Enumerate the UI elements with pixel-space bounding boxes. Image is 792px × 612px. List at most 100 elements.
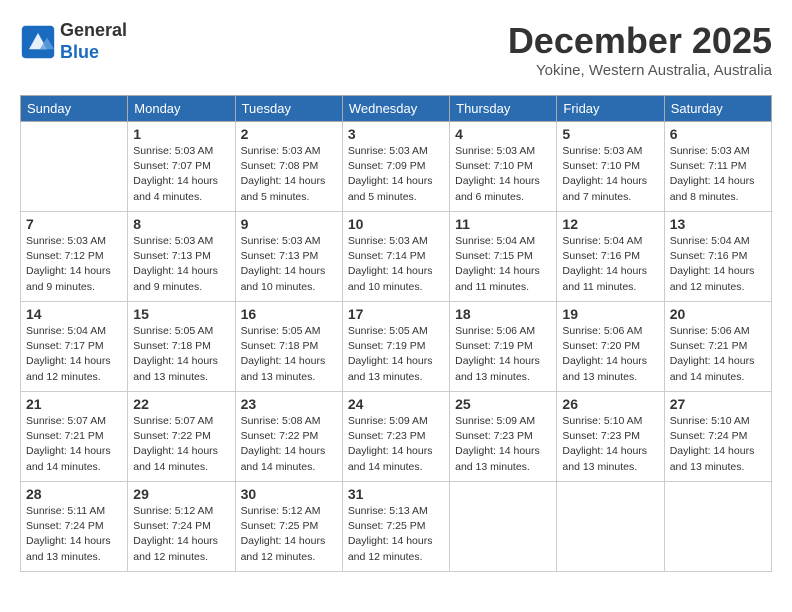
- day-info: Sunrise: 5:03 AMSunset: 7:10 PMDaylight:…: [455, 144, 551, 205]
- weekday-header-wednesday: Wednesday: [342, 96, 449, 122]
- day-info: Sunrise: 5:06 AMSunset: 7:20 PMDaylight:…: [562, 324, 658, 385]
- day-number: 13: [670, 216, 766, 232]
- week-row-2: 7 Sunrise: 5:03 AMSunset: 7:12 PMDaylight…: [21, 212, 772, 302]
- day-number: 20: [670, 306, 766, 322]
- day-number: 19: [562, 306, 658, 322]
- calendar-cell: 11 Sunrise: 5:04 AMSunset: 7:15 PMDayligh…: [450, 212, 557, 302]
- day-number: 8: [133, 216, 229, 232]
- calendar-cell: 10 Sunrise: 5:03 AMSunset: 7:14 PMDayligh…: [342, 212, 449, 302]
- calendar-cell: 4 Sunrise: 5:03 AMSunset: 7:10 PMDaylight…: [450, 122, 557, 212]
- title-block: December 2025 Yokine, Western Australia,…: [508, 20, 772, 79]
- day-number: 3: [348, 126, 444, 142]
- day-number: 12: [562, 216, 658, 232]
- day-info: Sunrise: 5:06 AMSunset: 7:21 PMDaylight:…: [670, 324, 766, 385]
- page-header: General Blue December 2025 Yokine, Weste…: [20, 20, 772, 79]
- day-info: Sunrise: 5:03 AMSunset: 7:08 PMDaylight:…: [241, 144, 337, 205]
- day-number: 23: [241, 396, 337, 412]
- weekday-header-sunday: Sunday: [21, 96, 128, 122]
- calendar-cell: 30 Sunrise: 5:12 AMSunset: 7:25 PMDayligh…: [235, 482, 342, 572]
- weekday-header-saturday: Saturday: [664, 96, 771, 122]
- calendar-cell: 23 Sunrise: 5:08 AMSunset: 7:22 PMDayligh…: [235, 392, 342, 482]
- day-number: 31: [348, 486, 444, 502]
- calendar-cell: 7 Sunrise: 5:03 AMSunset: 7:12 PMDaylight…: [21, 212, 128, 302]
- week-row-3: 14 Sunrise: 5:04 AMSunset: 7:17 PMDayligh…: [21, 302, 772, 392]
- day-info: Sunrise: 5:03 AMSunset: 7:11 PMDaylight:…: [670, 144, 766, 205]
- calendar-cell: 21 Sunrise: 5:07 AMSunset: 7:21 PMDayligh…: [21, 392, 128, 482]
- calendar-cell: 22Sunrise: 5:07 AMSunset: 7:22 PMDayligh…: [128, 392, 235, 482]
- day-info: Sunrise: 5:03 AMSunset: 7:12 PMDaylight:…: [26, 234, 122, 295]
- calendar-cell: 5Sunrise: 5:03 AMSunset: 7:10 PMDaylight…: [557, 122, 664, 212]
- day-number: 21: [26, 396, 122, 412]
- day-number: 4: [455, 126, 551, 142]
- day-number: 26: [562, 396, 658, 412]
- day-number: 29: [133, 486, 229, 502]
- day-info: Sunrise: 5:04 AMSunset: 7:16 PMDaylight:…: [670, 234, 766, 295]
- day-info: Sunrise: 5:05 AMSunset: 7:19 PMDaylight:…: [348, 324, 444, 385]
- calendar-cell: 2 Sunrise: 5:03 AMSunset: 7:08 PMDaylight…: [235, 122, 342, 212]
- day-info: Sunrise: 5:04 AMSunset: 7:15 PMDaylight:…: [455, 234, 551, 295]
- calendar-cell: 16 Sunrise: 5:05 AMSunset: 7:18 PMDayligh…: [235, 302, 342, 392]
- day-number: 2: [241, 126, 337, 142]
- day-info: Sunrise: 5:04 AMSunset: 7:17 PMDaylight:…: [26, 324, 122, 385]
- logo-icon: [20, 24, 56, 60]
- calendar-cell: [664, 482, 771, 572]
- day-info: Sunrise: 5:10 AMSunset: 7:24 PMDaylight:…: [670, 414, 766, 475]
- day-number: 28: [26, 486, 122, 502]
- calendar-cell: [21, 122, 128, 212]
- weekday-header-monday: Monday: [128, 96, 235, 122]
- day-info: Sunrise: 5:12 AMSunset: 7:24 PMDaylight:…: [133, 504, 229, 565]
- day-number: 7: [26, 216, 122, 232]
- calendar-cell: 31 Sunrise: 5:13 AMSunset: 7:25 PMDayligh…: [342, 482, 449, 572]
- day-number: 16: [241, 306, 337, 322]
- calendar-cell: 19 Sunrise: 5:06 AMSunset: 7:20 PMDayligh…: [557, 302, 664, 392]
- day-number: 24: [348, 396, 444, 412]
- month-title: December 2025: [508, 20, 772, 62]
- day-info: Sunrise: 5:09 AMSunset: 7:23 PMDaylight:…: [348, 414, 444, 475]
- weekday-header-friday: Friday: [557, 96, 664, 122]
- day-number: 14: [26, 306, 122, 322]
- calendar-cell: 1 Sunrise: 5:03 AMSunset: 7:07 PMDaylight…: [128, 122, 235, 212]
- location-title: Yokine, Western Australia, Australia: [508, 62, 772, 79]
- day-info: Sunrise: 5:13 AMSunset: 7:25 PMDaylight:…: [348, 504, 444, 565]
- calendar-cell: 20 Sunrise: 5:06 AMSunset: 7:21 PMDayligh…: [664, 302, 771, 392]
- calendar-cell: [557, 482, 664, 572]
- day-info: Sunrise: 5:03 AMSunset: 7:09 PMDaylight:…: [348, 144, 444, 205]
- day-info: Sunrise: 5:09 AMSunset: 7:23 PMDaylight:…: [455, 414, 551, 475]
- day-number: 27: [670, 396, 766, 412]
- day-info: Sunrise: 5:03 AMSunset: 7:13 PMDaylight:…: [133, 234, 229, 295]
- day-info: Sunrise: 5:04 AMSunset: 7:16 PMDaylight:…: [562, 234, 658, 295]
- calendar-cell: 6Sunrise: 5:03 AMSunset: 7:11 PMDaylight…: [664, 122, 771, 212]
- day-info: Sunrise: 5:03 AMSunset: 7:07 PMDaylight:…: [133, 144, 229, 205]
- calendar-cell: [450, 482, 557, 572]
- day-info: Sunrise: 5:03 AMSunset: 7:10 PMDaylight:…: [562, 144, 658, 205]
- calendar-cell: 18Sunrise: 5:06 AMSunset: 7:19 PMDayligh…: [450, 302, 557, 392]
- day-number: 10: [348, 216, 444, 232]
- calendar-cell: 17 Sunrise: 5:05 AMSunset: 7:19 PMDayligh…: [342, 302, 449, 392]
- day-info: Sunrise: 5:08 AMSunset: 7:22 PMDaylight:…: [241, 414, 337, 475]
- day-number: 22: [133, 396, 229, 412]
- day-number: 18: [455, 306, 551, 322]
- day-info: Sunrise: 5:05 AMSunset: 7:18 PMDaylight:…: [241, 324, 337, 385]
- calendar-cell: 27 Sunrise: 5:10 AMSunset: 7:24 PMDayligh…: [664, 392, 771, 482]
- day-number: 1: [133, 126, 229, 142]
- day-info: Sunrise: 5:12 AMSunset: 7:25 PMDaylight:…: [241, 504, 337, 565]
- calendar-cell: 12 Sunrise: 5:04 AMSunset: 7:16 PMDayligh…: [557, 212, 664, 302]
- calendar-cell: 15Sunrise: 5:05 AMSunset: 7:18 PMDayligh…: [128, 302, 235, 392]
- week-row-1: 1 Sunrise: 5:03 AMSunset: 7:07 PMDaylight…: [21, 122, 772, 212]
- day-number: 30: [241, 486, 337, 502]
- day-info: Sunrise: 5:07 AMSunset: 7:21 PMDaylight:…: [26, 414, 122, 475]
- week-row-4: 21 Sunrise: 5:07 AMSunset: 7:21 PMDayligh…: [21, 392, 772, 482]
- logo-text: General Blue: [60, 20, 127, 63]
- calendar-cell: 14 Sunrise: 5:04 AMSunset: 7:17 PMDayligh…: [21, 302, 128, 392]
- day-info: Sunrise: 5:03 AMSunset: 7:13 PMDaylight:…: [241, 234, 337, 295]
- calendar-cell: 8 Sunrise: 5:03 AMSunset: 7:13 PMDaylight…: [128, 212, 235, 302]
- day-info: Sunrise: 5:10 AMSunset: 7:23 PMDaylight:…: [562, 414, 658, 475]
- day-info: Sunrise: 5:03 AMSunset: 7:14 PMDaylight:…: [348, 234, 444, 295]
- weekday-header-tuesday: Tuesday: [235, 96, 342, 122]
- day-info: Sunrise: 5:11 AMSunset: 7:24 PMDaylight:…: [26, 504, 122, 565]
- weekday-header-row: SundayMondayTuesdayWednesdayThursdayFrid…: [21, 96, 772, 122]
- day-info: Sunrise: 5:05 AMSunset: 7:18 PMDaylight:…: [133, 324, 229, 385]
- calendar-cell: 28 Sunrise: 5:11 AMSunset: 7:24 PMDayligh…: [21, 482, 128, 572]
- day-number: 17: [348, 306, 444, 322]
- day-number: 11: [455, 216, 551, 232]
